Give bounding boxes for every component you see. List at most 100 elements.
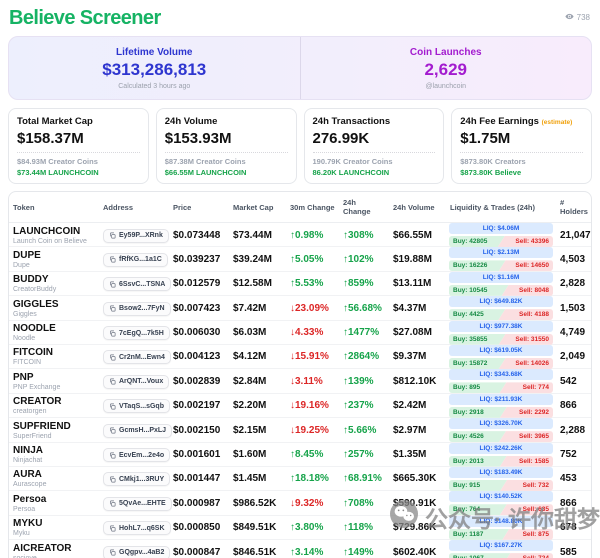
copy-address-button[interactable]: 7cEgQ...7k5H xyxy=(103,326,170,340)
copy-address-button[interactable]: fRfKG...1a1C xyxy=(103,253,168,267)
liquidity-cell: LIQ: $343.68K Buy: 895 Sell: 774 xyxy=(446,369,556,393)
col-header-address[interactable]: Address xyxy=(99,197,169,218)
change-24h-cell: ↑257% xyxy=(339,449,389,460)
buy-sell-bar: Buy: 16226 Sell: 14650 xyxy=(449,260,553,271)
volume-24h-cell: $2.42M xyxy=(389,400,446,411)
copy-address-button[interactable]: GQgpv...4aB2 xyxy=(103,546,170,558)
col-header-change-30m[interactable]: 30m Change xyxy=(286,197,339,218)
table-row[interactable]: MYKU Myku HohL7...q6SK $0.000850 $849.51… xyxy=(9,516,591,540)
table-row[interactable]: NOODLE Noodle 7cEgQ...7k5H $0.006030 $6.… xyxy=(9,321,591,345)
divider xyxy=(460,152,583,153)
table-row[interactable]: SUPFRIEND SuperFriend GcmsH...PxLJ $0.00… xyxy=(9,418,591,442)
col-header-market-cap[interactable]: Market Cap xyxy=(229,197,286,218)
change-24h-cell: ↑102% xyxy=(339,254,389,265)
token-subtitle: CreatorBuddy xyxy=(13,286,95,293)
address-cell: GQgpv...4aB2 xyxy=(99,543,169,558)
sell-count-chip: Sell: 14026 xyxy=(499,358,553,369)
price-cell: $0.002197 xyxy=(169,400,229,411)
copy-address-button[interactable]: GcmsH...PxLJ xyxy=(103,424,172,438)
sell-count-chip: Sell: 8048 xyxy=(502,285,553,296)
table-row[interactable]: NINJA Ninjachat EcvEm...2e4o $0.001601 $… xyxy=(9,443,591,467)
col-header-change-24h[interactable]: 24h Change xyxy=(339,192,389,222)
topbar: Believe Screener 738 xyxy=(0,0,600,34)
liquidity-cell: LIQ: $977.38K Buy: 35855 Sell: 31550 xyxy=(446,321,556,345)
holders-cell: 866 xyxy=(556,400,591,411)
table-row[interactable]: AICREATOR sociove GQgpv...4aB2 $0.000847… xyxy=(9,540,591,558)
address-text: VTaqS...sGqb xyxy=(119,403,164,410)
card-total-market-cap: Total Market Cap $158.37M $84.93M Creato… xyxy=(8,108,149,184)
table-row[interactable]: CREATOR creatorgen VTaqS...sGqb $0.00219… xyxy=(9,394,591,418)
volume-24h-cell: $9.37M xyxy=(389,351,446,362)
liquidity-bar: LIQ: $140.52K xyxy=(449,491,553,502)
price-cell: $0.006030 xyxy=(169,327,229,338)
buy-count-chip: Buy: 4425 xyxy=(449,309,505,320)
card-creator-line: 190.79K Creator Coins xyxy=(313,157,436,166)
token-subtitle: PNP Exchange xyxy=(13,384,95,391)
liquidity-cell: LIQ: $140.52K Buy: 764 Sell: 635 xyxy=(446,491,556,515)
address-text: HohL7...q6SK xyxy=(119,525,165,532)
copy-address-button[interactable]: Cr2nM...Ewn4 xyxy=(103,350,171,364)
holders-cell: 678 xyxy=(556,522,591,533)
change-30m-cell: ↓23.09% xyxy=(286,303,339,314)
copy-icon xyxy=(109,525,116,532)
holders-cell: 542 xyxy=(556,376,591,387)
change-30m-cell: ↓15.91% xyxy=(286,351,339,362)
change-30m-cell: ↑3.14% xyxy=(286,547,339,558)
lifetime-volume-sub: Calculated 3 hours ago xyxy=(9,83,300,90)
token-cell: BUDDY CreatorBuddy xyxy=(9,274,99,293)
buy-sell-bar: Buy: 895 Sell: 774 xyxy=(449,382,553,393)
table-row[interactable]: AURA Aurascope CMkj1...3RUY $0.001447 $1… xyxy=(9,467,591,491)
token-cell: DUPE Dupe xyxy=(9,250,99,269)
token-cell: NINJA Ninjachat xyxy=(9,445,99,464)
holders-cell: 866 xyxy=(556,498,591,509)
col-header-volume-24h[interactable]: 24h Volume xyxy=(389,197,446,218)
col-header-liquidity[interactable]: Liquidity & Trades (24h) xyxy=(446,197,556,218)
table-row[interactable]: FITCOIN FITCOIN Cr2nM...Ewn4 $0.004123 $… xyxy=(9,345,591,369)
stat-cards: Total Market Cap $158.37M $84.93M Creato… xyxy=(8,108,592,184)
buy-count-chip: Buy: 16226 xyxy=(449,260,506,271)
buy-sell-bar: Buy: 1187 Sell: 875 xyxy=(449,529,553,540)
table-row[interactable]: PNP PNP Exchange ArQNT...Voux $0.002839 … xyxy=(9,369,591,393)
copy-address-button[interactable]: ArQNT...Voux xyxy=(103,375,169,389)
stats-banner: Lifetime Volume $313,286,813 Calculated … xyxy=(8,36,592,100)
price-cell: $0.004123 xyxy=(169,351,229,362)
change-24h-cell: ↑5.66% xyxy=(339,425,389,436)
copy-address-button[interactable]: CMkj1...3RUY xyxy=(103,472,170,486)
token-name: AURA xyxy=(13,469,95,480)
copy-icon xyxy=(109,305,116,312)
table-row[interactable]: LAUNCHCOIN Launch Coin on Believe Ey59P.… xyxy=(9,223,591,247)
lifetime-volume-value: $313,286,813 xyxy=(9,60,300,80)
table-row[interactable]: BUDDY CreatorBuddy 6SsvC...TSNA $0.01257… xyxy=(9,272,591,296)
price-cell: $0.012579 xyxy=(169,278,229,289)
buy-sell-bar: Buy: 4526 Sell: 3965 xyxy=(449,431,553,442)
buy-sell-bar: Buy: 915 Sell: 732 xyxy=(449,480,553,491)
change-30m-cell: ↓19.25% xyxy=(286,425,339,436)
copy-address-button[interactable]: EcvEm...2e4o xyxy=(103,448,170,462)
table-row[interactable]: DUPE Dupe fRfKG...1a1C $0.039237 $39.24M… xyxy=(9,247,591,271)
copy-address-button[interactable]: 5QvAe...EHTE xyxy=(103,497,172,511)
copy-address-button[interactable]: HohL7...q6SK xyxy=(103,521,171,535)
table-row[interactable]: Persoa Persoa 5QvAe...EHTE $0.000987 $98… xyxy=(9,491,591,515)
token-cell: CREATOR creatorgen xyxy=(9,396,99,415)
copy-icon xyxy=(109,232,116,239)
change-30m-cell: ↑0.98% xyxy=(286,230,339,241)
liquidity-bar: LIQ: $148.80K xyxy=(449,516,553,527)
buy-count-chip: Buy: 2918 xyxy=(449,407,507,418)
token-name: GIGGLES xyxy=(13,299,95,310)
copy-address-button[interactable]: Ey59P...XRnk xyxy=(103,229,169,243)
address-cell: ArQNT...Voux xyxy=(99,372,169,390)
market-cap-cell: $4.12M xyxy=(229,351,286,362)
copy-address-button[interactable]: Bsow2...7FyN xyxy=(103,302,171,316)
liquidity-cell: LIQ: $619.05K Buy: 15872 Sell: 14026 xyxy=(446,345,556,369)
address-text: fRfKG...1a1C xyxy=(119,256,162,263)
copy-address-button[interactable]: 6SsvC...TSNA xyxy=(103,277,171,291)
col-header-token[interactable]: Token xyxy=(9,197,99,218)
copy-icon xyxy=(109,452,116,459)
col-header-holders[interactable]: # Holders xyxy=(556,192,591,222)
address-cell: HohL7...q6SK xyxy=(99,519,169,537)
col-header-price[interactable]: Price xyxy=(169,197,229,218)
table-row[interactable]: GIGGLES Giggles Bsow2...7FyN $0.007423 $… xyxy=(9,296,591,320)
divider xyxy=(313,152,436,153)
copy-address-button[interactable]: VTaqS...sGqb xyxy=(103,399,170,413)
change-24h-cell: ↑308% xyxy=(339,230,389,241)
